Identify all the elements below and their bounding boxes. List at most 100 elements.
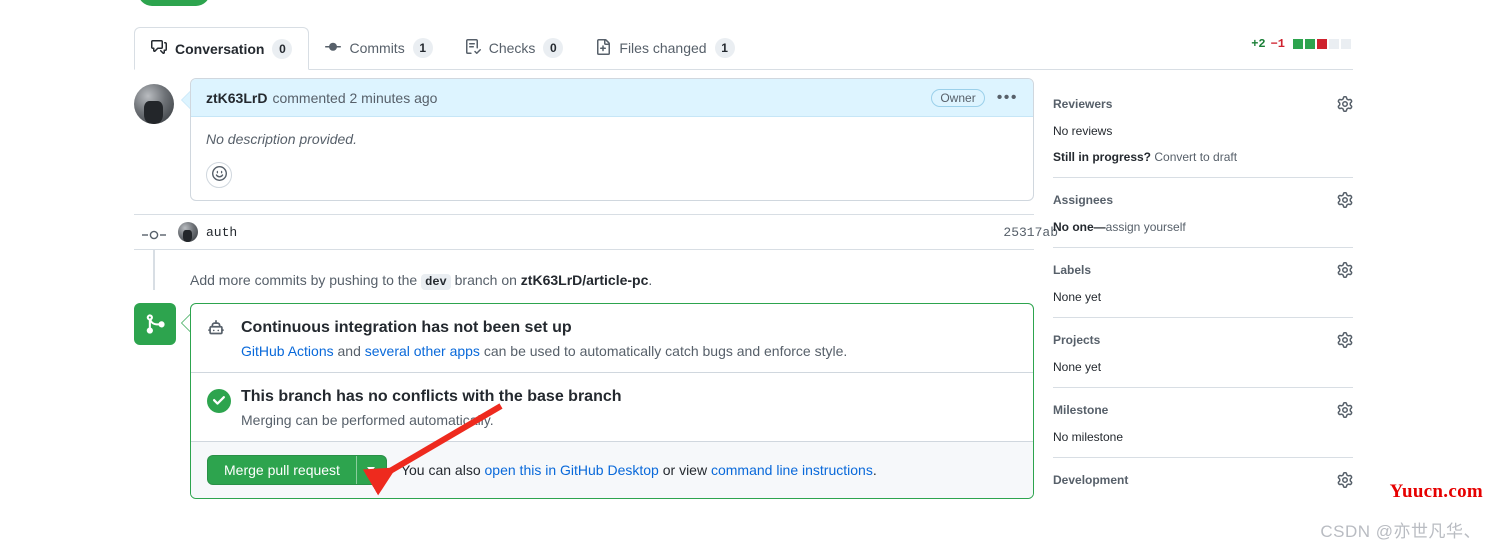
commit-author-avatar xyxy=(178,222,198,242)
development-header: Development xyxy=(1053,472,1353,488)
ci-subtitle: GitHub Actions and several other apps ca… xyxy=(241,343,847,359)
branch-name: dev xyxy=(421,274,451,290)
diff-block-neutral xyxy=(1329,39,1339,49)
merge-footer: Merge pull request You can also open thi… xyxy=(191,440,1033,498)
check-circle-icon xyxy=(207,387,241,428)
comment-body: No description provided. xyxy=(191,117,1033,200)
pr-sidebar: Reviewers No reviews Still in progress? … xyxy=(1053,96,1353,501)
diff-block-green xyxy=(1293,39,1303,49)
gear-icon[interactable] xyxy=(1337,96,1353,112)
tab-conversation-label: Conversation xyxy=(175,40,265,57)
merge-box-wrapper: Continuous integration has not been set … xyxy=(134,303,1034,535)
assignees-value: No one—assign yourself xyxy=(1053,220,1353,234)
comment-author[interactable]: ztK63LrD xyxy=(206,90,267,106)
other-apps-link[interactable]: several other apps xyxy=(365,343,480,359)
comment-header: ztK63LrD commented 2 minutes ago Owner •… xyxy=(191,79,1033,117)
github-desktop-link[interactable]: open this in GitHub Desktop xyxy=(485,462,659,478)
sidebar-section-reviewers: Reviewers No reviews Still in progress? … xyxy=(1053,96,1353,177)
conflicts-subtitle: Merging can be performed automatically. xyxy=(241,411,494,428)
merge-row-ci: Continuous integration has not been set … xyxy=(191,304,1033,372)
sidebar-section-assignees: Assignees No one—assign yourself xyxy=(1053,177,1353,247)
projects-title: Projects xyxy=(1053,333,1101,347)
timeline-commit-row: auth 25317ab xyxy=(134,214,1058,250)
tab-checks[interactable]: Checks 0 xyxy=(449,27,580,69)
file-diff-icon xyxy=(595,38,611,58)
watermark-csdn: CSDN @亦世凡华、 xyxy=(1320,522,1481,541)
add-more-middle: branch on xyxy=(454,272,517,288)
avatar xyxy=(134,84,174,124)
merge-button-label: Merge pull request xyxy=(224,461,340,478)
sidebar-section-labels: Labels None yet xyxy=(1053,247,1353,317)
development-title: Development xyxy=(1053,473,1129,487)
gear-icon[interactable] xyxy=(1337,192,1353,208)
assignees-title: Assignees xyxy=(1053,193,1114,207)
add-more-suffix: . xyxy=(648,272,653,288)
diff-additions: +2 xyxy=(1251,37,1266,51)
reviewers-draft-row: Still in progress? Convert to draft xyxy=(1053,150,1353,164)
milestone-title: Milestone xyxy=(1053,403,1109,417)
tab-commits-label: Commits xyxy=(349,40,405,56)
pr-timeline: auth 25317ab xyxy=(134,214,1058,290)
merge-row-ci-text: Continuous integration has not been set … xyxy=(241,318,847,359)
also-post: . xyxy=(872,461,877,478)
repo-name: ztK63LrD/article-pc xyxy=(520,272,649,288)
chevron-down-icon xyxy=(367,467,376,473)
comment-menu-icon[interactable]: ••• xyxy=(997,89,1018,106)
assignees-header: Assignees xyxy=(1053,192,1353,208)
diff-block-green xyxy=(1305,39,1315,49)
gear-icon[interactable] xyxy=(1337,262,1353,278)
git-commit-dot-icon xyxy=(142,227,166,240)
sidebar-section-projects: Projects None yet xyxy=(1053,317,1353,387)
ci-sub-post: can be used to automatically catch bugs … xyxy=(479,342,848,359)
comment-timestamp: commented 2 minutes ago xyxy=(272,89,438,106)
tab-commits-count: 1 xyxy=(412,38,433,58)
also-pre: You can also xyxy=(400,461,485,478)
tab-commits[interactable]: Commits 1 xyxy=(309,27,448,69)
reviewers-header: Reviewers xyxy=(1053,96,1353,112)
gear-icon[interactable] xyxy=(1337,402,1353,418)
gear-icon[interactable] xyxy=(1337,332,1353,348)
projects-value: None yet xyxy=(1053,360,1102,374)
tab-checks-label: Checks xyxy=(488,40,536,56)
diff-deletions: −1 xyxy=(1270,37,1285,51)
gear-icon[interactable] xyxy=(1337,472,1353,488)
commit-sha[interactable]: 25317ab xyxy=(1003,225,1058,240)
reviewers-title: Reviewers xyxy=(1053,97,1113,111)
add-more-commits-text: Add more commits by pushing to the dev b… xyxy=(190,272,1034,290)
merge-box: Continuous integration has not been set … xyxy=(190,303,1034,499)
sidebar-section-development: Development xyxy=(1053,457,1353,501)
status-badge-open xyxy=(138,0,210,6)
tab-conversation[interactable]: Conversation 0 xyxy=(134,27,310,70)
add-reaction-button[interactable] xyxy=(206,162,232,188)
labels-value: None yet xyxy=(1053,290,1102,304)
commit-message[interactable]: auth xyxy=(206,225,237,240)
merge-alternatives-text: You can also open this in GitHub Desktop… xyxy=(401,462,877,478)
pr-tab-bar: Conversation 0 Commits 1 Checks 0 Files … xyxy=(134,27,1353,70)
git-commit-icon xyxy=(325,39,342,58)
diff-block-neutral xyxy=(1341,39,1351,49)
comment-box: ztK63LrD commented 2 minutes ago Owner •… xyxy=(190,78,1034,201)
assign-yourself-link[interactable]: assign yourself xyxy=(1106,220,1186,234)
tab-checks-count: 0 xyxy=(543,38,564,58)
github-actions-link[interactable]: GitHub Actions xyxy=(241,343,334,359)
command-line-instructions-link[interactable]: command line instructions xyxy=(711,462,873,478)
checklist-icon xyxy=(465,38,481,58)
sidebar-section-milestone: Milestone No milestone xyxy=(1053,387,1353,457)
merge-dropdown-button[interactable] xyxy=(355,455,386,484)
convert-to-draft-link[interactable]: Convert to draft xyxy=(1154,150,1237,164)
add-more-prefix: Add more commits by pushing to the xyxy=(190,272,418,288)
diff-blocks xyxy=(1293,39,1351,49)
merge-row-conflicts-text: This branch has no conflicts with the ba… xyxy=(241,387,622,428)
tab-files-changed[interactable]: Files changed 1 xyxy=(579,27,750,69)
comment-caret xyxy=(182,92,190,108)
labels-header: Labels xyxy=(1053,262,1353,278)
tab-files-changed-count: 1 xyxy=(714,38,735,58)
merge-pull-request-button[interactable]: Merge pull request xyxy=(207,454,387,485)
reviewers-value: No reviews xyxy=(1053,124,1113,138)
also-mid: or view xyxy=(658,461,711,478)
diff-stat: +2 −1 xyxy=(1251,37,1351,51)
ci-sub-mid: and xyxy=(333,342,365,359)
conflicts-title: This branch has no conflicts with the ba… xyxy=(241,387,622,405)
projects-header: Projects xyxy=(1053,332,1353,348)
smiley-icon xyxy=(211,166,227,184)
